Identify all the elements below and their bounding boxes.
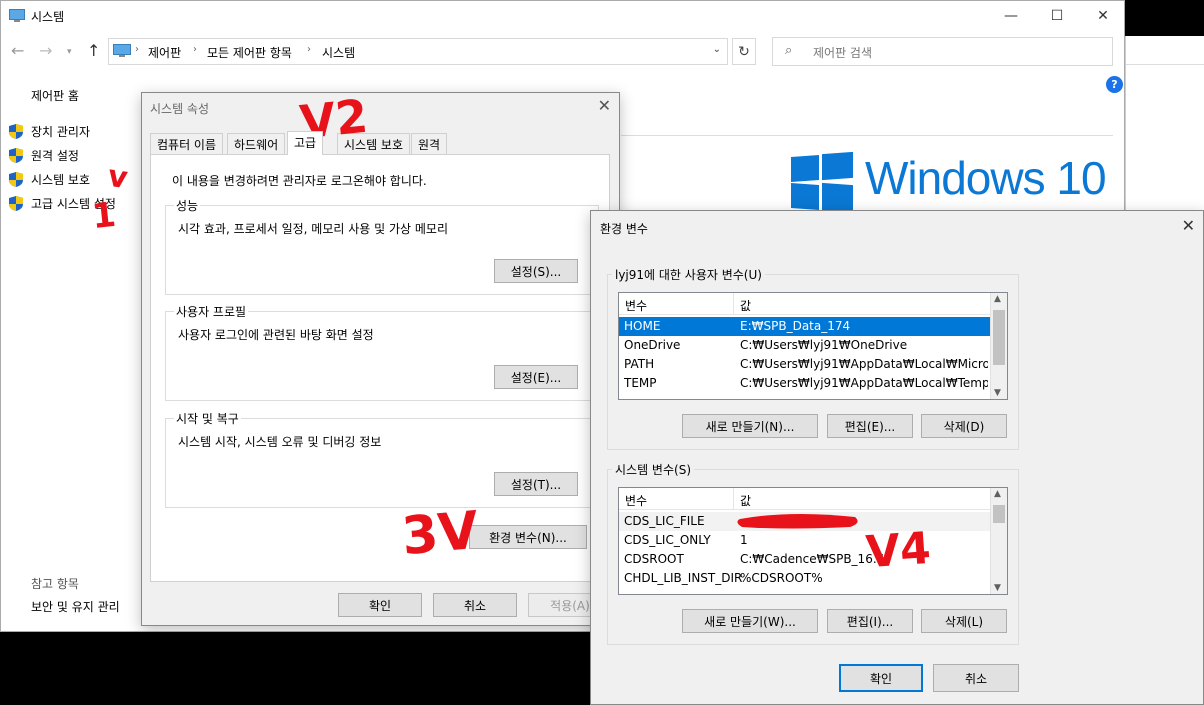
annotation-mark-1-number: 1 xyxy=(89,194,118,238)
annotation-mark-3: 3V xyxy=(399,500,481,568)
annotation-layer xyxy=(737,513,858,529)
annotation-mark-4: V4 xyxy=(864,522,933,579)
tab-advanced[interactable]: 고급 xyxy=(287,131,324,155)
redaction-scribble xyxy=(737,513,858,529)
